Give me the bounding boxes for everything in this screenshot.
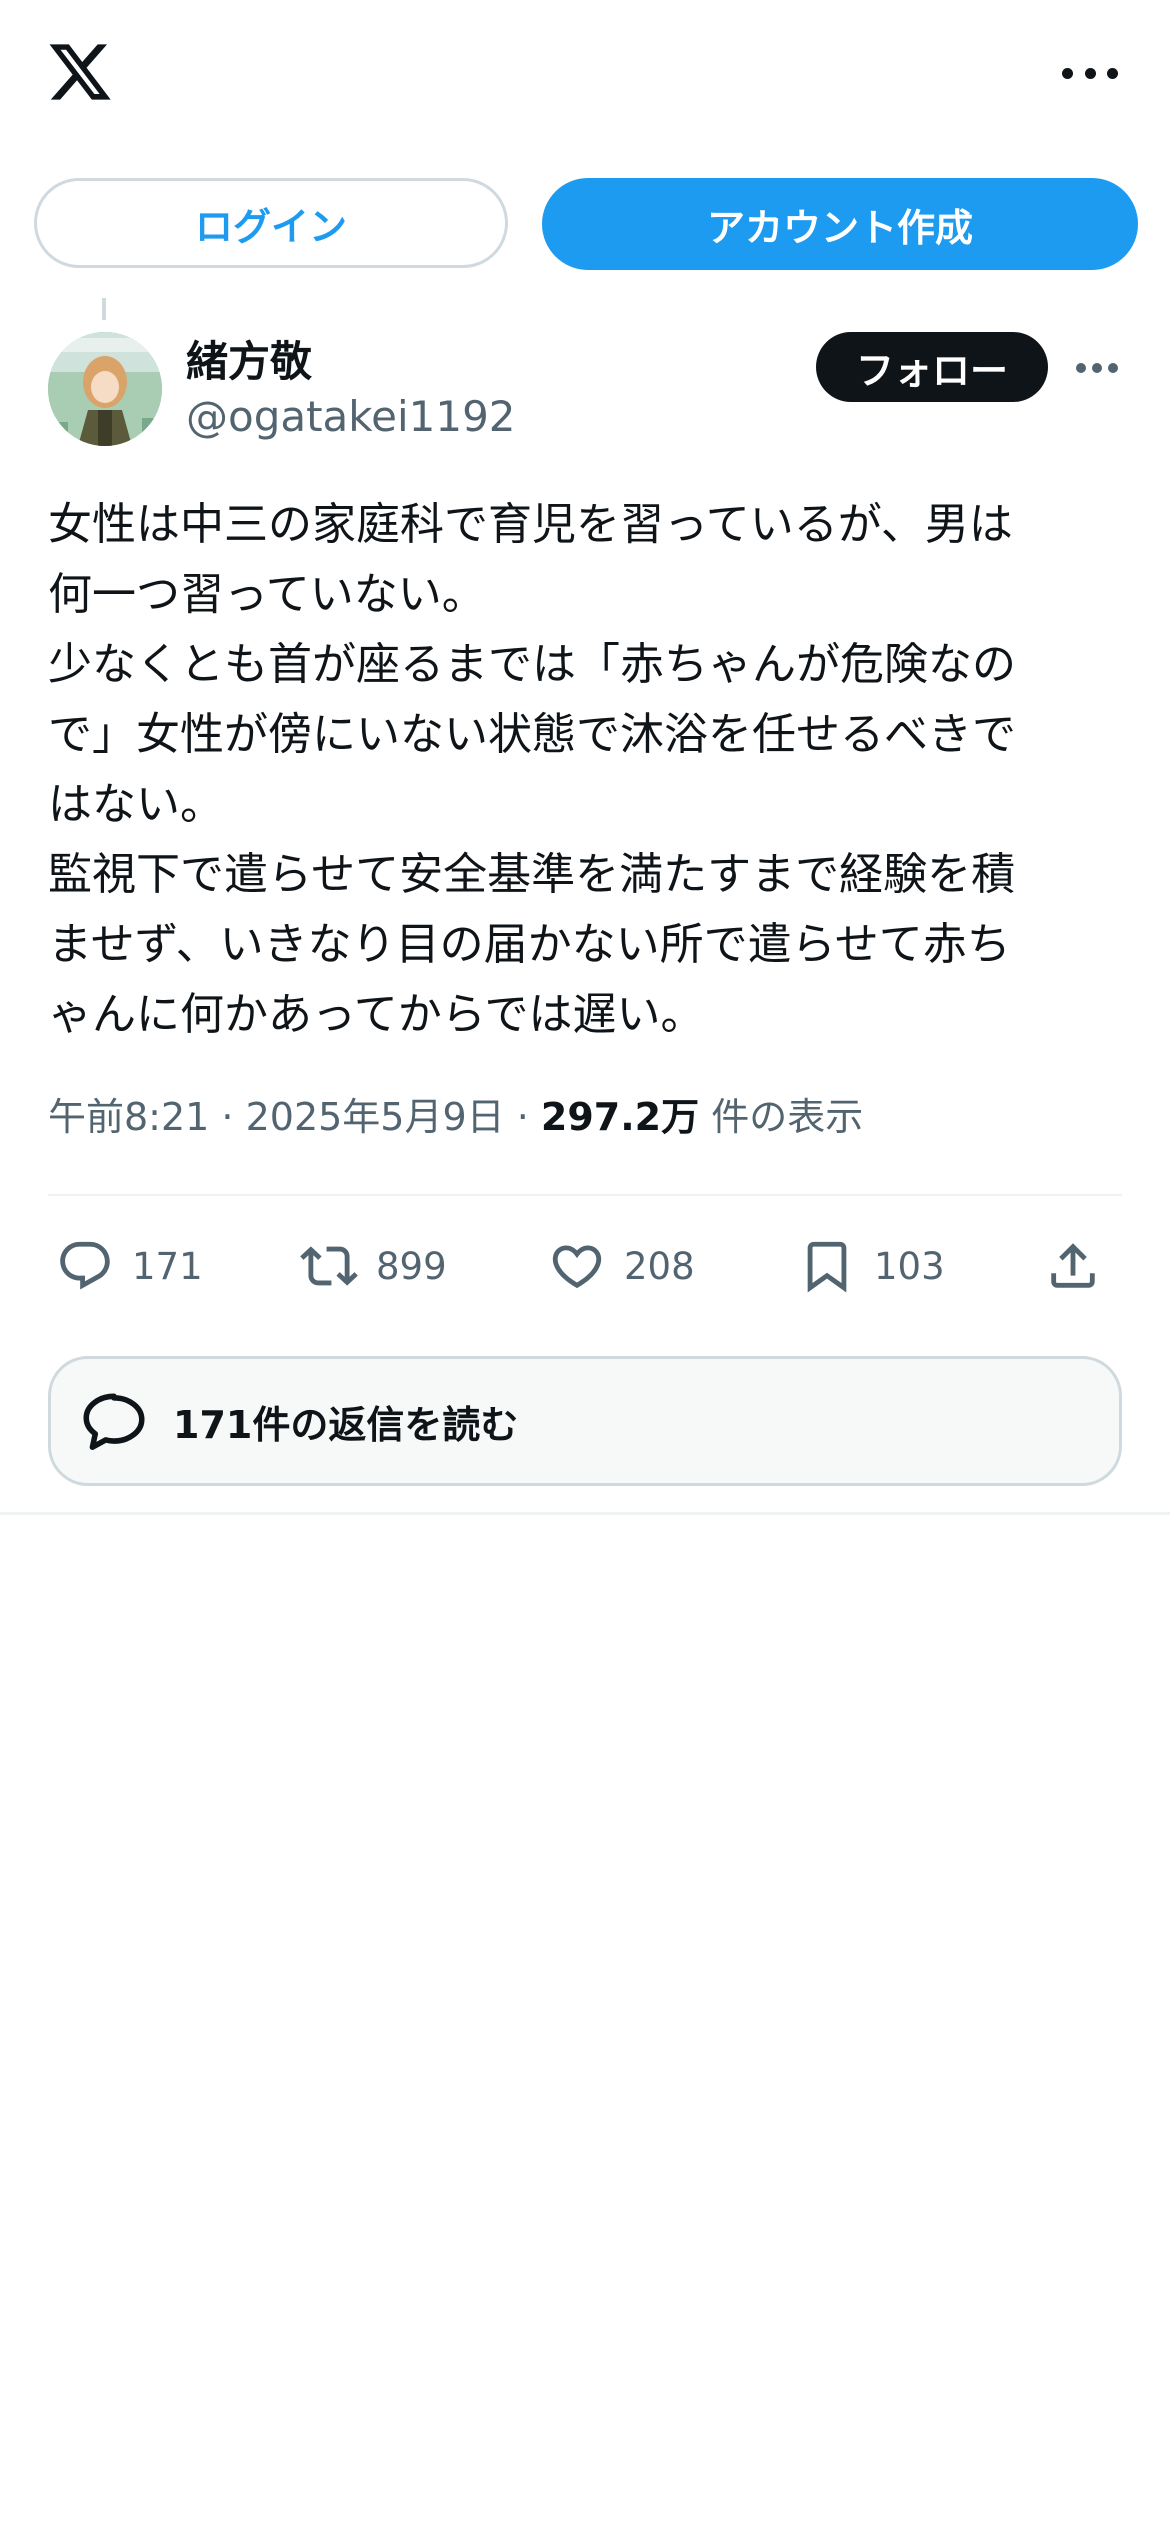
read-replies-button[interactable]: 171件の返信を読む xyxy=(48,1356,1122,1486)
like-button[interactable]: 208 xyxy=(548,1226,695,1306)
follow-button[interactable]: フォロー xyxy=(816,332,1048,402)
bookmark-button[interactable]: 103 xyxy=(798,1226,945,1306)
bookmark-icon xyxy=(807,1241,847,1293)
like-count: 208 xyxy=(624,1244,695,1288)
divider xyxy=(0,1512,1170,1515)
thread-connector xyxy=(102,298,106,320)
views-label: 件の表示 xyxy=(699,1095,864,1139)
divider xyxy=(48,1194,1122,1196)
retweet-icon xyxy=(300,1246,358,1286)
retweet-count: 899 xyxy=(376,1244,447,1288)
tweet-meta: 午前8:21 · 2025年5月9日 · 297.2万 件の表示 xyxy=(48,1086,863,1141)
reply-button[interactable]: 171 xyxy=(56,1226,203,1306)
more-icon[interactable] xyxy=(1062,60,1118,86)
user-handle[interactable]: @ogatakei1192 xyxy=(186,392,516,441)
share-icon xyxy=(1051,1243,1095,1288)
view-count: 297.2万 xyxy=(540,1095,700,1139)
speech-bubble-icon xyxy=(83,1393,145,1450)
read-replies-label: 171件の返信を読む xyxy=(173,1402,519,1447)
tweet-text: 女性は中三の家庭科で育児を習っているが、男は 何一つ習っていない。 少なくとも首… xyxy=(48,499,1016,1040)
retweet-button[interactable]: 899 xyxy=(300,1226,447,1306)
share-button[interactable] xyxy=(1044,1226,1102,1306)
tweet-time[interactable]: 午前8:21 xyxy=(48,1095,209,1139)
create-account-button[interactable]: アカウント作成 xyxy=(542,178,1138,270)
top-bar xyxy=(0,0,1170,150)
display-name[interactable]: 緒方敬 xyxy=(186,328,312,389)
reply-count: 171 xyxy=(132,1244,203,1288)
meta-separator: · xyxy=(504,1095,541,1139)
login-button[interactable]: ログイン xyxy=(34,178,508,268)
meta-separator: · xyxy=(209,1095,246,1139)
x-logo-icon[interactable] xyxy=(46,38,114,106)
auth-buttons: ログイン アカウント作成 xyxy=(34,178,1138,270)
avatar[interactable] xyxy=(48,332,162,446)
tweet-more-icon[interactable] xyxy=(1076,362,1118,374)
tweet-date[interactable]: 2025年5月9日 xyxy=(246,1095,505,1139)
heart-icon xyxy=(552,1245,602,1289)
bookmark-count: 103 xyxy=(874,1244,945,1288)
action-bar: 171 899 208 103 xyxy=(48,1226,1122,1306)
reply-icon xyxy=(60,1241,110,1290)
